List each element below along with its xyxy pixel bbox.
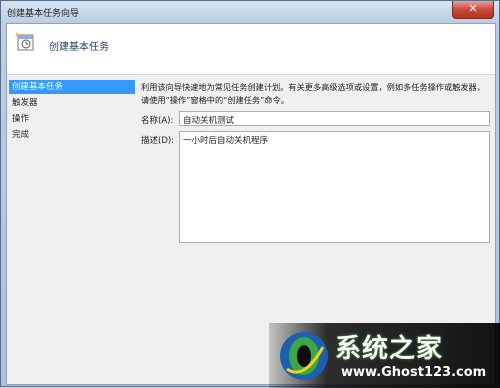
task-wizard-icon: [15, 32, 34, 51]
title-bar[interactable]: 创建基本任务向导 ✕: [1, 1, 499, 23]
page-title: 创建基本任务: [49, 42, 109, 53]
watermark-url: www.Ghost123.com: [341, 365, 487, 380]
name-input[interactable]: 自动关机测试: [179, 111, 490, 126]
system-home-logo: [280, 332, 328, 380]
wizard-window: 创建基本任务向导 ✕ 创建基本任务 创建基本任务 触发器 操作 完成 利用该向导…: [0, 0, 500, 388]
nav-item-trigger[interactable]: 触发器: [9, 96, 135, 110]
window-title: 创建基本任务向导: [7, 9, 80, 19]
nav-item-action[interactable]: 操作: [9, 112, 135, 126]
wizard-description: 利用该向导快速地为常见任务创建计划。有关更多高级选项或设置，例如多任务操作或触发…: [141, 82, 485, 105]
wizard-nav: 创建基本任务 触发器 操作 完成: [9, 80, 135, 144]
watermark-text: 系统之家: [335, 334, 444, 364]
wizard-header: 创建基本任务: [7, 24, 495, 75]
description-label: 描述(D):: [141, 136, 175, 146]
nav-item-create-basic-task[interactable]: 创建基本任务: [9, 80, 135, 94]
nav-item-finish[interactable]: 完成: [9, 128, 135, 142]
name-label: 名称(A):: [141, 116, 174, 126]
watermark-banner: 系统之家 www.Ghost123.com: [269, 323, 500, 388]
close-button[interactable]: ✕: [452, 1, 494, 19]
close-icon: ✕: [468, 2, 478, 15]
description-textarea[interactable]: 一小时后自动关机程序: [179, 131, 490, 243]
